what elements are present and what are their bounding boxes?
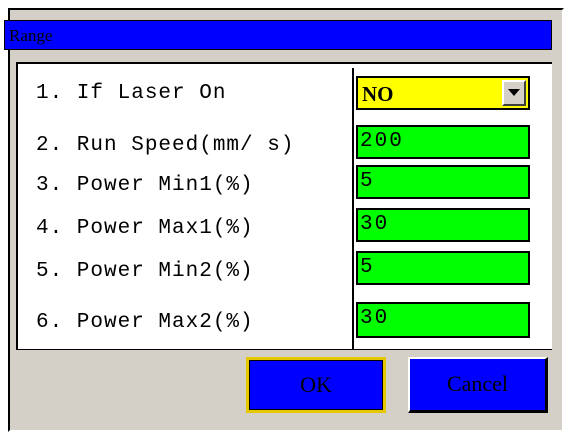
cancel-button[interactable]: Cancel — [408, 357, 548, 413]
label-if-laser-on: 1. If Laser On — [36, 82, 227, 105]
chevron-down-icon[interactable] — [502, 80, 526, 106]
power-max1-input[interactable]: 30 — [356, 208, 530, 242]
label-power-min1: 3. Power Min1(%) — [36, 174, 254, 197]
label-power-min2: 5. Power Min2(%) — [36, 260, 254, 283]
label-power-max1: 4. Power Max1(%) — [36, 217, 254, 240]
run-speed-input[interactable]: 200 — [356, 125, 530, 159]
if-laser-on-select[interactable]: NO — [356, 76, 530, 110]
if-laser-on-value: NO — [362, 82, 394, 106]
label-run-speed: 2. Run Speed(mm/ s) — [36, 134, 295, 157]
title-bar: Range — [4, 20, 552, 50]
power-max2-input[interactable]: 30 — [356, 302, 530, 338]
ok-button[interactable]: OK — [246, 357, 386, 413]
power-min1-input[interactable]: 5 — [356, 165, 530, 199]
label-power-max2: 6. Power Max2(%) — [36, 311, 254, 334]
dialog-title: Range — [9, 26, 53, 45]
column-divider — [352, 68, 354, 350]
power-min2-input[interactable]: 5 — [356, 251, 530, 285]
